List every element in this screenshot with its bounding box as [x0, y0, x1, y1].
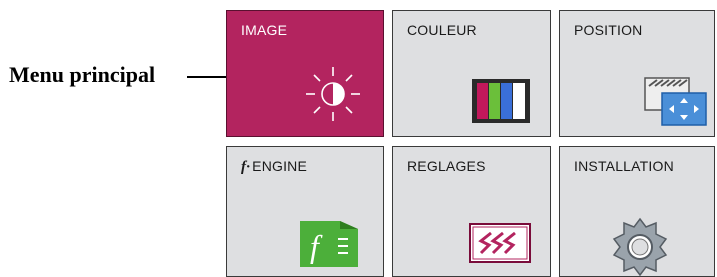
gear-icon [612, 217, 668, 277]
menu-principal-label: Menu principal [9, 62, 156, 87]
tile-installation-label: INSTALLATION [574, 158, 674, 174]
tile-installation[interactable]: INSTALLATION [559, 146, 715, 277]
tile-f-engine[interactable]: f· ENGINE f [226, 146, 384, 277]
tile-image[interactable]: IMAGE [226, 10, 384, 137]
f-engine-prefix: f· [241, 159, 251, 175]
tile-couleur[interactable]: COULEUR [392, 10, 551, 137]
tile-reglages[interactable]: REGLAGES [392, 146, 551, 277]
tile-image-label: IMAGE [241, 22, 288, 38]
setup-icon [469, 223, 531, 263]
color-bars-icon [472, 79, 530, 123]
f-engine-text: ENGINE [252, 158, 308, 174]
brightness-icon [306, 67, 360, 121]
tile-position-label: POSITION [574, 22, 643, 38]
callout-line [187, 76, 226, 78]
tile-reglages-label: REGLAGES [407, 158, 486, 174]
tile-couleur-label: COULEUR [407, 22, 477, 38]
tile-position[interactable]: POSITION [559, 10, 715, 137]
position-icon [644, 77, 707, 126]
f-engine-icon: f [300, 221, 358, 267]
tile-f-engine-label: f· ENGINE [241, 158, 307, 176]
